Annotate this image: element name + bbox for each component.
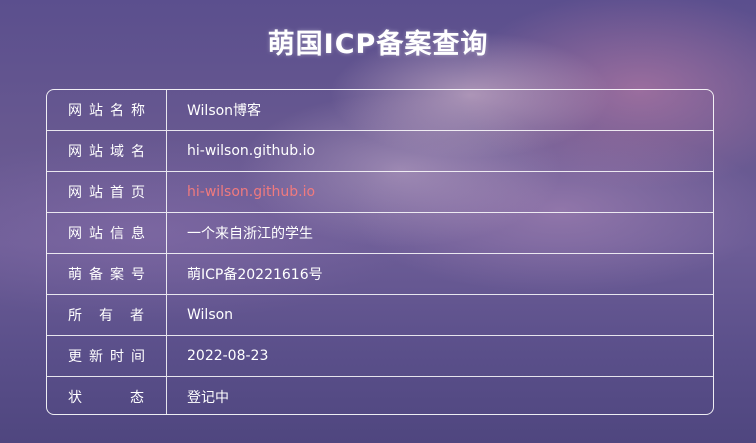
status-label: 状 态: [47, 377, 167, 414]
owner-label: 所 有 者: [47, 295, 167, 335]
table-row-site-info: 网站信息 一个来自浙江的学生: [47, 213, 713, 254]
record-number-value: 萌ICP备20221616号: [187, 267, 323, 283]
record-number-label: 萌备案号: [47, 254, 167, 294]
status-label-char: 状: [68, 389, 82, 406]
site-info-value: 一个来自浙江的学生: [187, 226, 313, 242]
table-row-site-name: 网站名称 Wilson博客: [47, 90, 713, 131]
table-row-status: 状 态 登记中: [47, 377, 713, 414]
site-name-label: 网站名称: [47, 90, 167, 130]
site-info-label: 网站信息: [47, 213, 167, 253]
page-title: 萌国ICP备案查询: [267, 29, 489, 60]
owner-value: Wilson: [187, 307, 234, 323]
owner-label-char: 有: [99, 308, 113, 324]
site-homepage-label: 网站首页: [47, 172, 167, 212]
site-homepage-link[interactable]: hi-wilson.github.io: [167, 172, 713, 212]
icp-record-table: 网站名称 Wilson博客 网站域名 hi-wilson.github.io 网…: [46, 89, 714, 415]
site-domain-value: hi-wilson.github.io: [187, 143, 316, 159]
site-domain-label: 网站域名: [47, 131, 167, 171]
owner-label-char: 者: [130, 308, 144, 324]
status-label-char: 态: [130, 389, 144, 406]
site-name-value: Wilson博客: [187, 103, 262, 119]
update-time-value: 2022-08-23: [187, 348, 269, 364]
table-row-owner: 所 有 者 Wilson: [47, 295, 713, 336]
table-row-site-domain: 网站域名 hi-wilson.github.io: [47, 131, 713, 172]
table-row-update-time: 更新时间 2022-08-23: [47, 336, 713, 377]
table-row-site-homepage: 网站首页 hi-wilson.github.io: [47, 172, 713, 213]
update-time-label: 更新时间: [47, 336, 167, 376]
status-value: 登记中: [187, 389, 229, 406]
table-row-record-number: 萌备案号 萌ICP备20221616号: [47, 254, 713, 295]
owner-label-char: 所: [68, 308, 82, 324]
